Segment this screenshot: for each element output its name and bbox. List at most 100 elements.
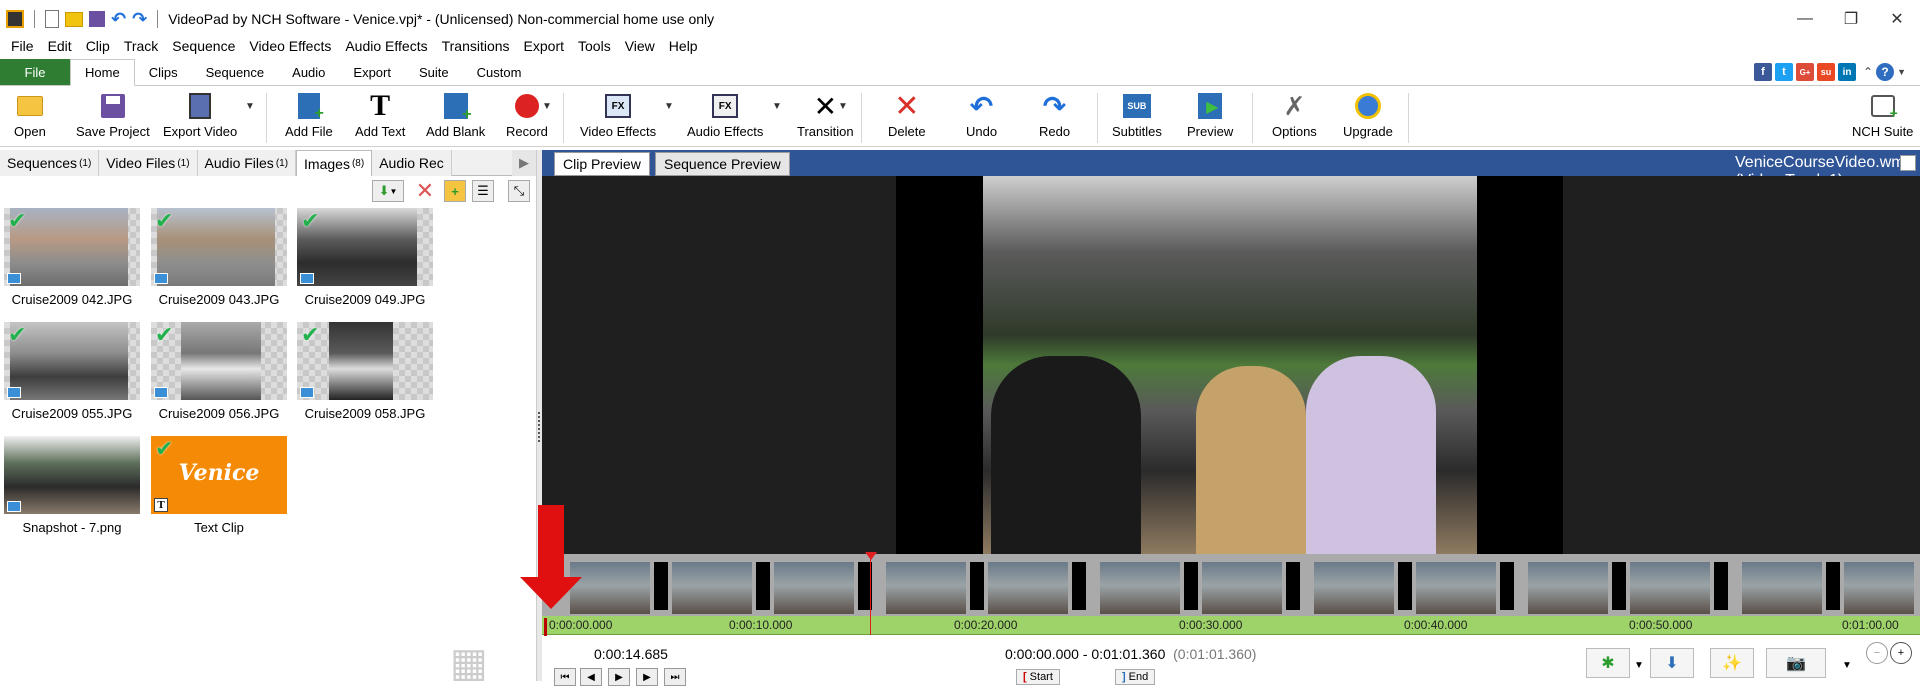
clip-thumbnail-strip[interactable] xyxy=(542,554,1920,616)
menu-track[interactable]: Track xyxy=(117,38,165,54)
tab-custom[interactable]: Custom xyxy=(463,59,536,85)
redo-button[interactable]: ↷ Redo xyxy=(1039,91,1070,140)
skip-start-icon[interactable]: ⏮ xyxy=(554,668,576,686)
media-item[interactable]: ✔ Cruise2009 056.JPG xyxy=(151,322,287,421)
video-effects-dropdown-icon[interactable]: ▼ xyxy=(664,101,674,112)
time-ruler[interactable]: 0:00:00.000 0:00:10.000 0:00:20.000 0:00… xyxy=(542,616,1920,635)
app-icon[interactable] xyxy=(6,10,24,28)
add-text-button[interactable]: T Add Text xyxy=(355,89,405,139)
open-folder-icon[interactable] xyxy=(65,11,83,27)
effects-clip-button[interactable]: ✨ xyxy=(1710,648,1754,678)
tab-sequences[interactable]: Sequences (1) xyxy=(0,150,100,176)
tab-sequence[interactable]: Sequence xyxy=(192,59,279,85)
export-video-button[interactable]: Export Video xyxy=(163,91,237,139)
video-effects-button[interactable]: FX Video Effects xyxy=(580,91,656,139)
twitter-icon[interactable]: t xyxy=(1775,63,1794,81)
zoom-in-icon[interactable]: + xyxy=(1890,642,1912,664)
tab-suite[interactable]: Suite xyxy=(405,59,463,85)
skip-end-icon[interactable]: ⏭ xyxy=(664,668,686,686)
redo-icon[interactable]: ↷ xyxy=(132,9,147,30)
set-start-button[interactable]: [Start xyxy=(1016,669,1060,685)
step-forward-icon[interactable]: ▶ xyxy=(636,668,658,686)
menu-export[interactable]: Export xyxy=(517,38,571,54)
tab-clips[interactable]: Clips xyxy=(135,59,192,85)
tab-video-files[interactable]: Video Files (1) xyxy=(99,150,198,176)
audio-effects-button[interactable]: FX Audio Effects xyxy=(687,91,763,139)
tab-sequence-preview[interactable]: Sequence Preview xyxy=(655,152,790,176)
collapse-ribbon-icon[interactable]: ⌃ xyxy=(1863,65,1873,79)
place-on-sequence-button[interactable]: ✱ xyxy=(1586,648,1630,678)
media-item[interactable]: ✔ Cruise2009 049.JPG xyxy=(297,208,433,307)
open-button[interactable]: Open xyxy=(14,91,46,139)
menu-help[interactable]: Help xyxy=(662,38,705,54)
save-icon[interactable] xyxy=(89,11,105,27)
media-item[interactable]: ✔ Cruise2009 043.JPG xyxy=(151,208,287,307)
tab-clip-preview[interactable]: Clip Preview xyxy=(554,152,650,176)
undock-preview-icon[interactable] xyxy=(1900,155,1916,171)
undock-icon[interactable]: ⤡ xyxy=(508,180,530,202)
tab-audio-recordings[interactable]: Audio Rec xyxy=(372,150,452,176)
undo-button[interactable]: ↶ Undo xyxy=(966,91,997,140)
bookmark-button[interactable]: ⬇ xyxy=(1650,648,1694,678)
media-item[interactable]: ✔ Cruise2009 055.JPG xyxy=(4,322,140,421)
transition-button[interactable]: ✕ Transition xyxy=(797,91,854,140)
menu-edit[interactable]: Edit xyxy=(41,38,79,54)
record-dropdown-icon[interactable]: ▼ xyxy=(542,101,552,112)
zoom-out-icon[interactable]: − xyxy=(1866,642,1888,664)
list-view-icon[interactable]: ☰ xyxy=(472,180,494,202)
minimize-button[interactable]: — xyxy=(1782,0,1828,38)
playhead[interactable] xyxy=(870,554,871,635)
step-back-icon[interactable]: ◀ xyxy=(580,668,602,686)
tab-export[interactable]: Export xyxy=(339,59,405,85)
upgrade-button[interactable]: Upgrade xyxy=(1343,91,1393,139)
menu-file[interactable]: File xyxy=(4,38,41,54)
add-to-sequence-icon[interactable]: ⬇ ▼ xyxy=(372,180,404,202)
audio-effects-dropdown-icon[interactable]: ▼ xyxy=(772,101,782,112)
start-marker[interactable] xyxy=(544,618,547,636)
google-plus-icon[interactable]: G+ xyxy=(1796,63,1815,81)
remove-icon[interactable]: ✕ xyxy=(414,178,436,203)
play-icon[interactable]: ▶ xyxy=(608,668,630,686)
record-button[interactable]: Record xyxy=(506,91,548,139)
snapshot-dropdown-icon[interactable]: ▼ xyxy=(1842,660,1852,671)
facebook-icon[interactable]: f xyxy=(1754,63,1773,81)
tab-home[interactable]: Home xyxy=(70,59,135,86)
options-button[interactable]: ✗ Options xyxy=(1272,91,1317,140)
menu-audio-effects[interactable]: Audio Effects xyxy=(338,38,434,54)
save-project-button[interactable]: Save Project xyxy=(76,91,150,139)
tabs-scroll-right-icon[interactable]: ▶ xyxy=(512,150,536,176)
snapshot-button[interactable]: 📷 xyxy=(1766,648,1826,678)
media-item[interactable]: ✔ Cruise2009 058.JPG xyxy=(297,322,433,421)
linkedin-icon[interactable]: in xyxy=(1838,63,1857,81)
new-folder-icon[interactable]: + xyxy=(444,180,466,202)
export-dropdown-icon[interactable]: ▼ xyxy=(245,101,255,112)
add-file-button[interactable]: + Add File xyxy=(285,91,333,139)
menu-view[interactable]: View xyxy=(618,38,662,54)
playhead-handle[interactable] xyxy=(865,552,877,560)
transition-dropdown-icon[interactable]: ▼ xyxy=(838,101,848,112)
tab-images[interactable]: Images (8) xyxy=(296,150,373,176)
maximize-button[interactable]: ❐ xyxy=(1828,0,1874,38)
menu-clip[interactable]: Clip xyxy=(79,38,117,54)
tab-audio-files[interactable]: Audio Files (1) xyxy=(197,150,297,176)
nch-suite-button[interactable]: + NCH Suite xyxy=(1852,91,1913,139)
subtitles-button[interactable]: SUB Subtitles xyxy=(1112,91,1162,139)
set-end-button[interactable]: ] End xyxy=(1115,669,1156,685)
menu-tools[interactable]: Tools xyxy=(571,38,618,54)
menu-sequence[interactable]: Sequence xyxy=(165,38,242,54)
media-item[interactable]: Snapshot - 7.png xyxy=(4,436,140,535)
menu-transitions[interactable]: Transitions xyxy=(435,38,517,54)
stumbleupon-icon[interactable]: su xyxy=(1817,63,1836,81)
close-button[interactable]: ✕ xyxy=(1874,0,1920,38)
tab-file[interactable]: File xyxy=(0,59,70,85)
add-blank-button[interactable]: + Add Blank xyxy=(426,91,485,139)
menu-video-effects[interactable]: Video Effects xyxy=(242,38,338,54)
tab-audio[interactable]: Audio xyxy=(278,59,339,85)
media-item[interactable]: Venice ✔ T Text Clip xyxy=(151,436,287,535)
help-dropdown-icon[interactable]: ▼ xyxy=(1897,67,1906,77)
preview-button[interactable]: ▶ Preview xyxy=(1187,91,1233,139)
place-dropdown-icon[interactable]: ▼ xyxy=(1634,660,1644,671)
help-icon[interactable]: ? xyxy=(1876,63,1895,81)
media-item[interactable]: ✔ Cruise2009 042.JPG xyxy=(4,208,140,307)
delete-button[interactable]: ✕ Delete xyxy=(888,90,926,140)
